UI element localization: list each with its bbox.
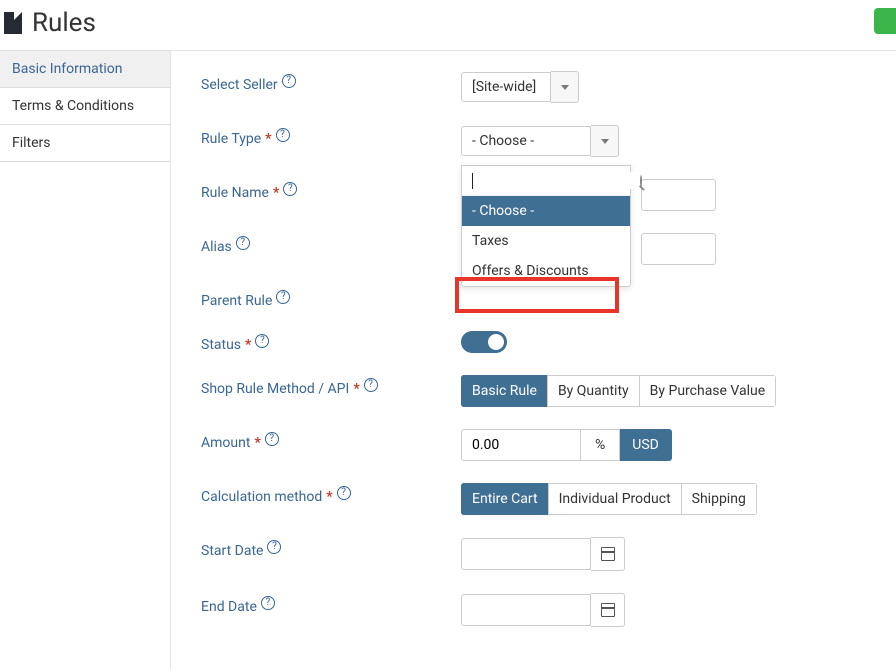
calc-method-shipping[interactable]: Shipping — [681, 483, 757, 515]
calendar-icon — [601, 547, 615, 561]
help-icon[interactable]: ? — [282, 74, 296, 88]
required-mark: * — [273, 185, 279, 201]
required-mark: * — [326, 489, 332, 505]
text-cursor — [472, 173, 473, 189]
chevron-down-icon — [601, 139, 609, 144]
amount-currency-button[interactable]: USD — [620, 429, 672, 461]
label-amount: Amount — [201, 435, 250, 451]
calc-method-group: Entire Cart Individual Product Shipping — [461, 483, 757, 515]
document-icon — [4, 12, 22, 34]
start-date-picker-button[interactable] — [591, 537, 625, 571]
label-shop-method: Shop Rule Method / API — [201, 381, 349, 397]
required-mark: * — [265, 131, 271, 147]
help-icon[interactable]: ? — [236, 236, 250, 250]
label-rule-type: Rule Type — [201, 131, 261, 147]
required-mark: * — [353, 381, 359, 397]
label-end-date: End Date — [201, 599, 257, 615]
chevron-down-icon — [561, 85, 569, 90]
rule-name-input[interactable] — [641, 179, 716, 211]
calc-method-individual-product[interactable]: Individual Product — [548, 483, 682, 515]
shop-method-by-purchase-value[interactable]: By Purchase Value — [639, 375, 777, 407]
help-icon[interactable]: ? — [267, 540, 281, 554]
end-date-picker-button[interactable] — [591, 593, 625, 627]
rule-type-dropdown[interactable]: - Choose - — [461, 125, 619, 157]
amount-percent-button[interactable]: % — [581, 429, 620, 461]
label-alias: Alias — [201, 239, 232, 255]
amount-input[interactable] — [461, 429, 581, 461]
shop-method-by-quantity[interactable]: By Quantity — [547, 375, 640, 407]
calendar-icon — [601, 603, 615, 617]
help-icon[interactable]: ? — [364, 378, 378, 392]
search-icon — [640, 175, 642, 187]
alias-input[interactable] — [641, 233, 716, 265]
tab-filters[interactable]: Filters — [0, 125, 170, 162]
help-icon[interactable]: ? — [261, 596, 275, 610]
rule-type-toggle[interactable] — [591, 125, 619, 157]
label-select-seller: Select Seller — [201, 77, 278, 93]
rule-type-option-offers-discounts[interactable]: Offers & Discounts — [462, 256, 630, 286]
start-date-input[interactable] — [461, 538, 591, 570]
select-seller-toggle[interactable] — [551, 71, 579, 103]
shop-method-basic-rule[interactable]: Basic Rule — [461, 375, 548, 407]
label-status: Status — [201, 337, 241, 353]
help-icon[interactable]: ? — [265, 432, 279, 446]
rule-type-dropdown-panel: - Choose - Taxes Offers & Discounts — [461, 165, 631, 287]
help-icon[interactable]: ? — [255, 334, 269, 348]
page-title: Rules — [32, 8, 96, 38]
help-icon[interactable]: ? — [276, 290, 290, 304]
rule-type-search-input[interactable] — [470, 172, 640, 189]
floating-action-button[interactable] — [874, 8, 896, 34]
help-icon[interactable]: ? — [337, 486, 351, 500]
tab-basic-information[interactable]: Basic Information — [0, 51, 170, 88]
select-seller-dropdown[interactable]: [Site-wide] — [461, 71, 579, 103]
label-parent-rule: Parent Rule — [201, 293, 272, 309]
tab-terms-conditions[interactable]: Terms & Conditions — [0, 88, 170, 125]
rule-type-option-choose[interactable]: - Choose - — [462, 196, 630, 226]
required-mark: * — [254, 435, 260, 451]
help-icon[interactable]: ? — [283, 182, 297, 196]
form-main: Select Seller ? [Site-wide] Rule Type * … — [170, 50, 896, 669]
select-seller-value: [Site-wide] — [461, 72, 551, 102]
rule-type-value: - Choose - — [461, 126, 591, 156]
end-date-input[interactable] — [461, 594, 591, 626]
label-calc-method: Calculation method — [201, 489, 322, 505]
status-toggle[interactable] — [461, 331, 507, 353]
form-tabs-sidebar: Basic Information Terms & Conditions Fil… — [0, 50, 170, 669]
calc-method-entire-cart[interactable]: Entire Cart — [461, 483, 549, 515]
help-icon[interactable]: ? — [276, 128, 290, 142]
rule-type-option-taxes[interactable]: Taxes — [462, 226, 630, 256]
label-start-date: Start Date — [201, 543, 263, 559]
shop-method-group: Basic Rule By Quantity By Purchase Value — [461, 375, 776, 407]
required-mark: * — [245, 337, 251, 353]
label-rule-name: Rule Name — [201, 185, 269, 201]
